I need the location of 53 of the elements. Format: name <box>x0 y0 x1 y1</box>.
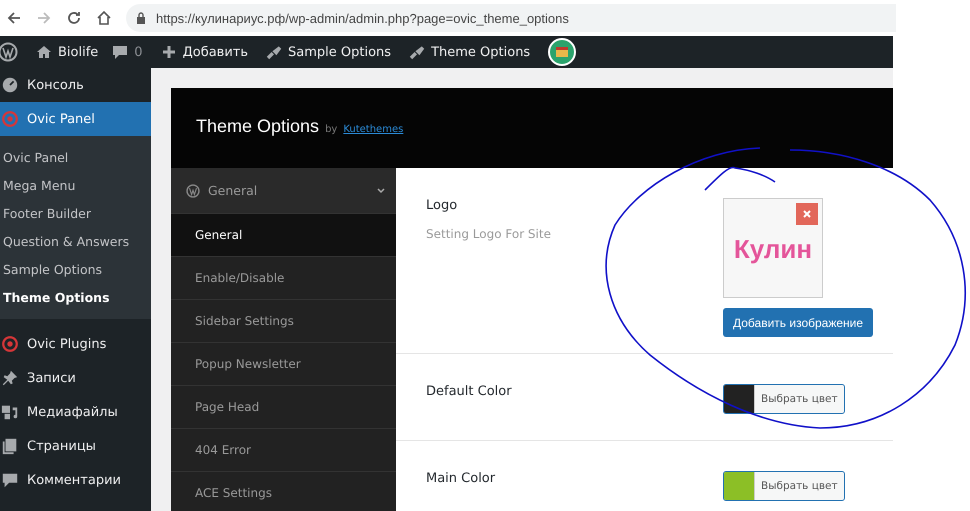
field-label: Main Color <box>426 471 496 486</box>
speech-bubble-icon <box>112 44 128 60</box>
menu-item[interactable]: Ovic Plugins <box>0 327 151 361</box>
submenu-item[interactable]: Theme Options <box>0 283 151 311</box>
panel-title: Theme Options <box>196 116 320 137</box>
avatar-icon[interactable] <box>548 38 576 66</box>
plus-icon <box>160 44 177 60</box>
byline: by <box>325 124 338 135</box>
remove-button[interactable] <box>796 203 818 225</box>
reload-icon[interactable] <box>66 10 82 26</box>
options-link[interactable]: Theme Options <box>409 44 530 60</box>
home-icon[interactable] <box>96 10 112 26</box>
wordpress-logo-icon[interactable] <box>0 42 18 62</box>
submenu-item[interactable]: Footer Builder <box>0 199 151 227</box>
logo-text: Кулин <box>734 234 812 264</box>
close-icon <box>803 210 811 218</box>
menu-item[interactable]: Комментарии <box>0 463 151 497</box>
target-icon <box>1 335 19 353</box>
brush-icon <box>266 44 282 60</box>
target-icon <box>1 110 19 128</box>
section-label: General <box>208 183 258 198</box>
options-link[interactable]: Sample Options <box>266 44 392 60</box>
address-field[interactable]: https://кулинариус.рф/wp-admin/admin.php?page=ovic_theme_options <box>126 4 896 32</box>
back-icon[interactable] <box>6 10 22 26</box>
field-label: Default Color <box>426 384 513 400</box>
speech-bubble-icon <box>1 471 19 489</box>
menu-item[interactable]: Записи <box>0 361 151 395</box>
add-new-link[interactable]: Добавить <box>160 44 248 60</box>
field-label: Logo <box>426 198 458 213</box>
menu-item[interactable]: Медиафайлы <box>0 395 151 429</box>
wordpress-logo-icon <box>186 184 200 198</box>
field-description: Setting Logo For Site <box>426 227 552 241</box>
media-icon <box>1 403 19 421</box>
color-picker-button[interactable]: Выбрать цвет <box>723 471 845 502</box>
home-icon <box>36 44 52 60</box>
pushpin-icon <box>1 369 19 387</box>
submenu-item[interactable]: Ovic Panel <box>0 143 151 171</box>
nav-item[interactable]: General <box>171 214 396 257</box>
section-header[interactable]: General <box>171 168 396 214</box>
brush-icon <box>409 44 426 60</box>
add-image-button[interactable]: Добавить изображение <box>723 308 874 337</box>
submenu-item[interactable]: Question & Answers <box>0 227 151 255</box>
color-picker-button[interactable]: Выбрать цвет <box>723 384 845 414</box>
site-link[interactable]: Biolife <box>36 44 98 60</box>
menu-item[interactable]: Ovic Panel <box>0 102 151 136</box>
comments-link[interactable]: 0 <box>112 44 143 60</box>
pages-icon <box>1 437 19 455</box>
menu-item[interactable]: Консоль <box>0 68 151 102</box>
submenu-item[interactable]: Mega Menu <box>0 171 151 199</box>
lock-icon <box>136 12 146 24</box>
menu-item[interactable]: Страницы <box>0 429 151 463</box>
submenu-item[interactable]: Sample Options <box>0 255 151 283</box>
author-link[interactable]: Kutethemes <box>343 124 404 135</box>
